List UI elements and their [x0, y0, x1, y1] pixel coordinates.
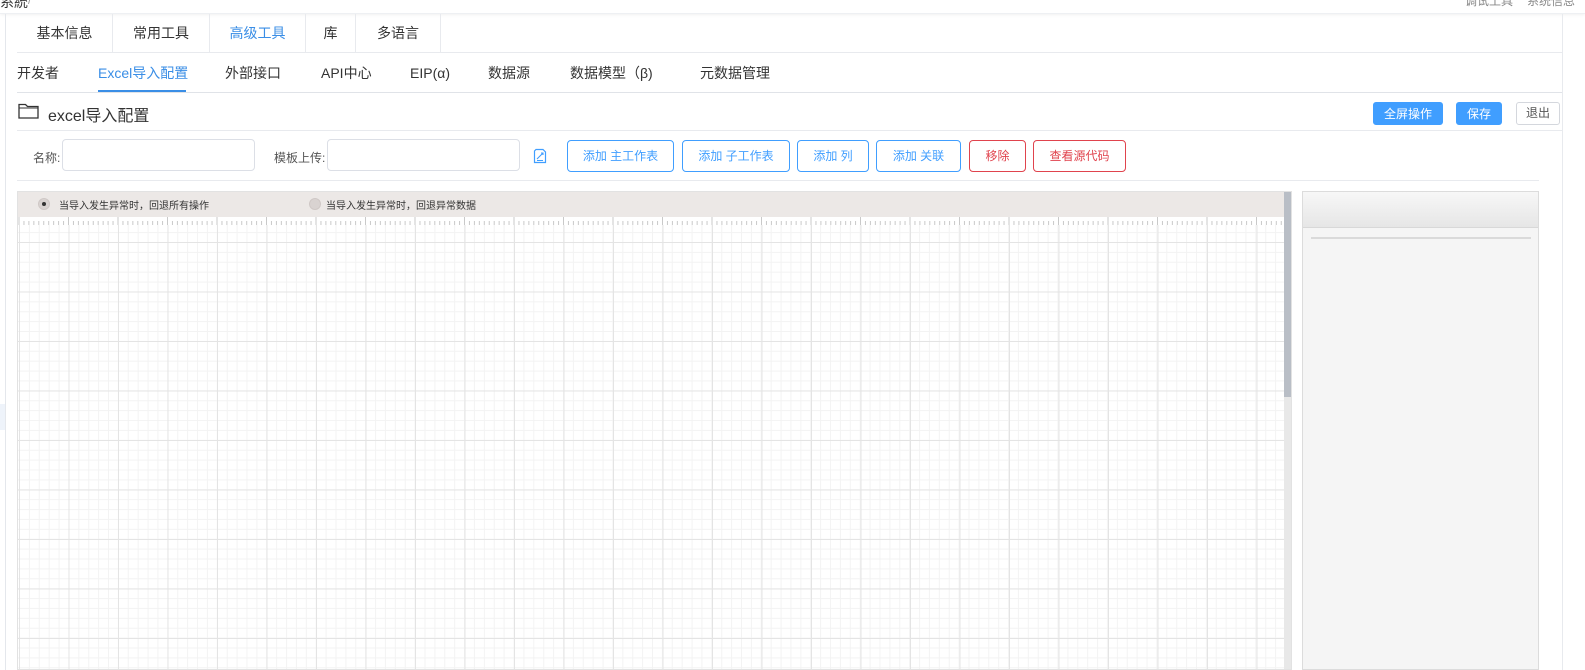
- property-panel-divider: [1311, 237, 1531, 239]
- tab-data-source[interactable]: 数据源: [488, 54, 530, 93]
- tab-basic-info[interactable]: 基本信息: [17, 14, 113, 53]
- tab-advanced-tools[interactable]: 高级工具: [210, 14, 306, 53]
- rollback-all-label: 当导入发生异常时，回退所有操作: [59, 201, 209, 212]
- top-header: 系統 / 调试工具 系统信息: [0, 0, 1585, 14]
- system-info-link[interactable]: 系统信息: [1527, 0, 1575, 9]
- tab-common-tools[interactable]: 常用工具: [113, 14, 210, 53]
- sidebar-collapse-handle[interactable]: [0, 404, 5, 430]
- rollback-all-radio[interactable]: [38, 198, 50, 210]
- secondary-tabs: 开发者 Excel导入配置 外部接口 API中心 EIP(α) 数据源 数据模型…: [17, 54, 1562, 93]
- active-tab-indicator: [98, 90, 186, 92]
- canvas-grid[interactable]: [18, 225, 1286, 669]
- template-upload-label: 模板上传:: [274, 151, 326, 165]
- tab-library[interactable]: 库: [306, 14, 356, 53]
- view-source-button[interactable]: 查看源代码: [1033, 140, 1126, 172]
- upload-file-icon[interactable]: [533, 148, 547, 164]
- debug-tools-link[interactable]: 调试工具: [1465, 0, 1513, 9]
- add-sub-sheet-button[interactable]: 添加 子工作表: [682, 140, 790, 172]
- folder-icon: [18, 103, 39, 119]
- property-panel: [1302, 191, 1539, 670]
- name-input[interactable]: [62, 139, 255, 171]
- remove-button[interactable]: 移除: [969, 140, 1026, 172]
- exit-button[interactable]: 退出: [1516, 102, 1561, 125]
- tab-excel-import-config[interactable]: Excel导入配置: [98, 54, 188, 93]
- add-column-button[interactable]: 添加 列: [797, 140, 869, 172]
- config-form: 名称: 模板上传: 添加 主工作表 添加 子工作表 添加 列 添加 关联 移除 …: [17, 132, 1539, 181]
- rollback-error-radio[interactable]: [309, 198, 321, 210]
- add-relation-button[interactable]: 添加 关联: [876, 140, 961, 172]
- horizontal-ruler: [18, 217, 1286, 225]
- rollback-error-label: 当导入发生异常时，回退异常数据: [326, 201, 476, 212]
- page-header: excel导入配置 全屏操作 保存 退出: [17, 94, 1562, 131]
- primary-tabs: 基本信息 常用工具 高级工具 库 多语言: [17, 14, 1562, 53]
- add-main-sheet-button[interactable]: 添加 主工作表: [567, 140, 674, 172]
- name-label: 名称:: [33, 151, 61, 165]
- tab-multi-language[interactable]: 多语言: [356, 14, 441, 53]
- tab-api-center[interactable]: API中心: [321, 54, 372, 93]
- right-border: [1562, 14, 1563, 670]
- page-title: excel导入配置: [48, 108, 150, 125]
- tab-data-model[interactable]: 数据模型（β): [570, 54, 653, 93]
- tab-metadata-management[interactable]: 元数据管理: [700, 54, 770, 93]
- template-upload-input[interactable]: [327, 139, 520, 171]
- fullscreen-button[interactable]: 全屏操作: [1373, 102, 1444, 125]
- scrollbar-thumb[interactable]: [1284, 192, 1291, 397]
- tab-eip[interactable]: EIP(α): [410, 54, 450, 93]
- save-button[interactable]: 保存: [1456, 102, 1503, 125]
- canvas-scrollbar[interactable]: [1284, 192, 1291, 669]
- breadcrumb-separator: /: [28, 0, 32, 7]
- tab-developer[interactable]: 开发者: [17, 54, 59, 93]
- header-tools: 调试工具 系统信息: [1465, 0, 1575, 9]
- rollback-options: 当导入发生异常时，回退所有操作 当导入发生异常时，回退异常数据: [18, 192, 1286, 217]
- left-border: [5, 14, 6, 670]
- property-panel-header: [1303, 192, 1538, 228]
- tab-external-interface[interactable]: 外部接口: [225, 54, 281, 93]
- breadcrumb[interactable]: 系統: [0, 0, 28, 12]
- design-canvas[interactable]: 当导入发生异常时，回退所有操作 当导入发生异常时，回退异常数据: [17, 191, 1292, 670]
